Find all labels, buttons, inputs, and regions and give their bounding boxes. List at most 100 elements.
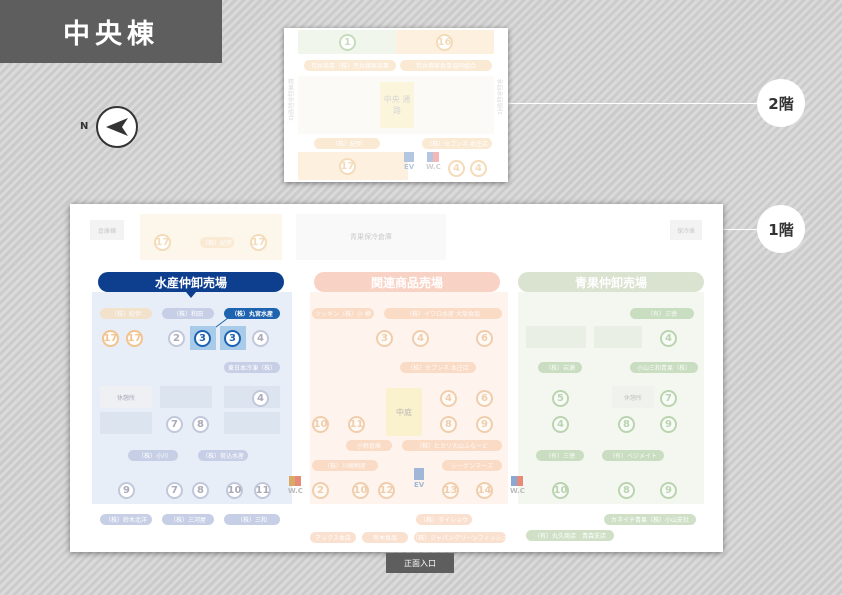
produce-shop-number[interactable]: 4 [552, 416, 569, 433]
marine-shop-number[interactable]: 4 [252, 390, 269, 407]
related-shop-pill[interactable]: 有木食品 [362, 532, 408, 543]
marine-shop-pill[interactable]: （株）紀伊 [100, 308, 152, 319]
category-marine[interactable]: 水産仲卸売場 [98, 272, 284, 292]
related-shop-pill[interactable]: （株）ジャパンクリーンフィッシュ [414, 532, 506, 543]
related-shop-number[interactable]: 2 [312, 482, 329, 499]
marine-shop-number[interactable]: 2 [168, 330, 185, 347]
related-shop-number[interactable]: 4 [440, 390, 457, 407]
category-related[interactable]: 関連商品売場 [314, 272, 500, 292]
related-shop-number[interactable]: 6 [476, 390, 493, 407]
marine-shop-pill-highlight[interactable]: （株）丸宮水産 [224, 308, 280, 319]
elevator-label: EV [414, 481, 425, 489]
produce-shop-number[interactable]: 10 [552, 482, 569, 499]
produce-section: （有）三徳 4 （株）岩瀬 小山三和青果（株） 5 休憩所 7 4 8 9 （有… [518, 304, 704, 544]
related-center-block: 中庭 [386, 388, 422, 436]
floor2-side-label: 仲卸 仲卸組合 [497, 79, 504, 116]
produce-shop-number[interactable]: 8 [618, 482, 635, 499]
related-shop-number[interactable]: 3 [376, 330, 393, 347]
floor2-map[interactable]: 1 16 荒井商事（株）荒井燐家商事 荒井燐家食事協同組合 精果卸 仲卸組合 仲… [284, 28, 508, 182]
marine-shop-pill[interactable]: 東日本冷凍（株） [224, 362, 280, 373]
marine-shop-pill[interactable]: （株）和田 [162, 308, 214, 319]
produce-shop-number[interactable]: 9 [660, 482, 677, 499]
marine-shop-pill[interactable]: （株）荷込水産 [198, 450, 248, 461]
floor2-shop-pill[interactable]: 荒井商事（株）荒井燐家商事 [304, 60, 396, 71]
related-section: ツッキン（株）小 樽 （株）イワロ水産 大阪食品 3 4 6 （株）セブンネ 本… [306, 304, 514, 544]
floor2-shop-pill[interactable]: （株）紀伊 [314, 138, 380, 149]
produce-shop-number[interactable]: 5 [552, 390, 569, 407]
related-shop-number[interactable]: 4 [412, 330, 429, 347]
marine-shop-number[interactable]: 17 [126, 330, 143, 347]
elevator-icon: EV [414, 468, 424, 489]
marine-shop-number[interactable]: 11 [254, 482, 271, 499]
floor1-top-number[interactable]: 17 [250, 234, 267, 251]
marine-shop-pill[interactable]: （株）三河屋 [162, 514, 214, 525]
category-produce[interactable]: 青果仲卸売場 [518, 272, 704, 292]
floor2-side-label: 精果卸 仲卸組合 [288, 79, 295, 122]
marine-shop-number[interactable]: 7 [166, 482, 183, 499]
produce-shop-pill[interactable]: カネイチ青果（株）小山支社 [604, 514, 696, 525]
related-shop-number[interactable]: 6 [476, 330, 493, 347]
produce-shop-number[interactable]: 8 [618, 416, 635, 433]
produce-shop-pill[interactable]: 小山三和青果（株） [630, 362, 698, 373]
floor2-shop-number[interactable]: 4 [470, 160, 487, 177]
floor2-wc-label: W.C [426, 163, 441, 171]
floor2-shop-number[interactable]: 4 [448, 160, 465, 177]
marine-shop-number[interactable]: 17 [102, 330, 119, 347]
related-shop-pill[interactable]: 小野倉庫 [346, 440, 392, 451]
related-shop-number[interactable]: 14 [476, 482, 493, 499]
related-shop-number[interactable]: 9 [476, 416, 493, 433]
produce-shop-number[interactable]: 4 [660, 330, 677, 347]
floor2-shop-number[interactable]: 1 [339, 34, 356, 51]
marine-shop-number[interactable]: 8 [192, 482, 209, 499]
related-shop-pill[interactable]: ツッキン（株）小 樽 [312, 308, 374, 319]
marine-shop-number[interactable]: 4 [252, 330, 269, 347]
floor1-label[interactable]: 1階 [757, 205, 805, 253]
marine-shop-number[interactable]: 8 [192, 416, 209, 433]
marine-shop-pill[interactable]: （株）三和 [224, 514, 280, 525]
floor1-corner-label: 青果保冷倉庫 [296, 214, 446, 260]
related-shop-number[interactable]: 13 [442, 482, 459, 499]
floor2-label[interactable]: 2階 [757, 79, 805, 127]
restroom-label: W.C [288, 487, 303, 495]
produce-shop-pill[interactable]: （有）三徳 [536, 450, 584, 461]
floor2-center-block: 中央 通路 [380, 82, 414, 128]
marine-shop-number[interactable]: 9 [118, 482, 135, 499]
marine-shop-number[interactable]: 10 [226, 482, 243, 499]
category-marine-pointer [186, 292, 196, 298]
produce-shop-number[interactable]: 9 [660, 416, 677, 433]
page-title: 中央棟 [0, 0, 222, 63]
main-entrance-label: 正面入口 [386, 553, 454, 573]
related-shop-number[interactable]: 11 [348, 416, 365, 433]
related-shop-number[interactable]: 10 [312, 416, 329, 433]
floor2-shop-number[interactable]: 16 [436, 34, 453, 51]
floor2-shop-pill[interactable]: （株）セブンネ 本庄店 [422, 138, 492, 149]
related-shop-pill[interactable]: （株）ダイショウ [416, 514, 472, 525]
produce-shop-pill[interactable]: （有）丸久商店 青森支店 [526, 530, 614, 541]
related-shop-pill[interactable]: （株）セブンネ 本庄店 [400, 362, 476, 373]
marine-shop-pill[interactable]: （株）鈴木北洋 [100, 514, 152, 525]
floor2-shop-number[interactable]: 17 [339, 158, 356, 175]
related-shop-pill[interactable]: アックス本店 [310, 532, 356, 543]
floor2-elevator-icon: EV [404, 152, 414, 171]
produce-shop-pill[interactable]: （株）岩瀬 [538, 362, 582, 373]
produce-shop-pill[interactable]: （有）ベジメイト [602, 450, 664, 461]
related-shop-pill[interactable]: （株）川崎物産 [312, 460, 378, 471]
produce-shop-pill[interactable]: （有）三徳 [630, 308, 694, 319]
related-shop-number[interactable]: 12 [378, 482, 395, 499]
floor1-top-pill[interactable]: （株）紀伊 [200, 237, 234, 248]
marine-shop-number-highlight[interactable]: 3 [194, 330, 211, 347]
floor1-top-number[interactable]: 17 [154, 234, 171, 251]
related-shop-pill[interactable]: （株）イワロ水産 大阪食品 [384, 308, 502, 319]
related-shop-pill[interactable]: （株）ヒカリ大山ふなーど [402, 440, 502, 451]
floor1-map[interactable]: 倉庫棟 17 （株）紀伊 17 青果保冷倉庫 保冷庫 水産仲卸売場 関連商品売場… [70, 204, 723, 552]
related-shop-pill[interactable]: シーゲンマーズ [442, 460, 502, 471]
restroom-icon: W.C [288, 476, 303, 495]
floor2-restroom-icon: W.C [426, 152, 441, 171]
floor2-shop-pill[interactable]: 荒井燐家食事協同組合 [400, 60, 492, 71]
marine-shop-number[interactable]: 7 [166, 416, 183, 433]
marine-shop-pill[interactable]: （株）小川 [128, 450, 178, 461]
related-shop-number[interactable]: 10 [352, 482, 369, 499]
marine-shop-number-highlight[interactable]: 3 [224, 330, 241, 347]
related-shop-number[interactable]: 8 [440, 416, 457, 433]
produce-shop-number[interactable]: 7 [660, 390, 677, 407]
